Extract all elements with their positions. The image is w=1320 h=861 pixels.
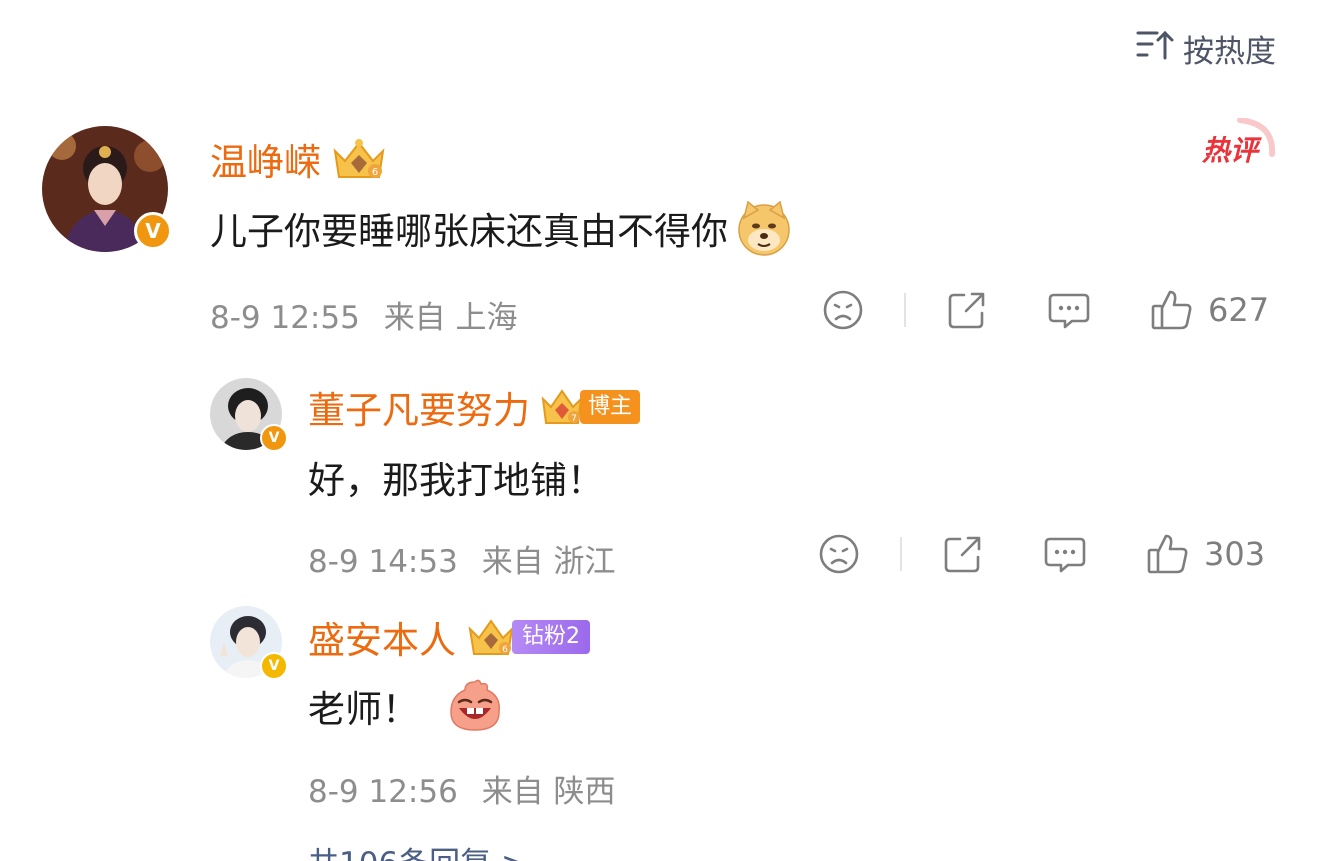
svg-text:6: 6 <box>372 167 378 178</box>
share-button[interactable] <box>946 289 988 331</box>
sort-by-hot-button[interactable]: 按热度 <box>1135 26 1276 71</box>
diamond-fan-tag: 钻粉2 <box>512 620 590 654</box>
reply-time: 8-9 12:56 <box>308 774 458 810</box>
hot-comment-badge: 热评 <box>1200 117 1276 174</box>
sort-label: 按热度 <box>1183 34 1276 70</box>
comment-content: 儿子你要睡哪张床还真由不得你 <box>210 200 792 256</box>
comments-page: 按热度 V 温峥嵘 6 热评 儿子你要睡哪张床还真由不得你 8-9 12:55 … <box>0 0 1320 861</box>
divider <box>904 293 906 327</box>
thumbs-up-icon <box>1151 290 1192 330</box>
comment-actions: 627 <box>822 288 1269 332</box>
reply-meta: 8-9 12:56 来自 陕西 <box>308 766 616 811</box>
reply-source: 来自 浙江 <box>481 544 616 580</box>
share-button[interactable] <box>942 533 984 575</box>
reply-username[interactable]: 盛安本人 6 钻粉2 <box>308 610 590 664</box>
dislike-button[interactable] <box>822 289 864 331</box>
avatar[interactable]: V <box>210 606 288 680</box>
more-replies-link[interactable]: 共106条回复 > <box>308 838 527 861</box>
blogger-tag: 博主 <box>580 390 641 424</box>
reply-meta: 8-9 14:53 来自 浙江 <box>308 536 616 581</box>
svg-text:7: 7 <box>571 414 577 424</box>
like-count: 303 <box>1204 535 1266 573</box>
doge-emoji <box>736 200 792 256</box>
reply-actions: 303 <box>818 532 1265 576</box>
reply-content: 老师！ <box>308 678 505 734</box>
dislike-button[interactable] <box>818 533 860 575</box>
divider <box>900 537 902 571</box>
comment-time: 8-9 12:55 <box>210 300 360 336</box>
verified-icon: V <box>260 652 288 680</box>
reply-content: 好，那我打地铺！ <box>308 459 604 502</box>
comment-source: 来自 上海 <box>383 300 518 336</box>
crown-level-icon: 6 <box>331 137 387 181</box>
reply-time: 8-9 14:53 <box>308 544 458 580</box>
avatar[interactable]: V <box>42 126 172 252</box>
comment-username[interactable]: 温峥嵘 6 <box>210 132 387 186</box>
verified-icon: V <box>260 424 288 452</box>
thumbs-up-icon <box>1147 534 1188 574</box>
reply-button[interactable] <box>1044 533 1086 575</box>
avatar[interactable]: V <box>210 378 288 452</box>
laughing-emoji <box>445 678 505 734</box>
sort-icon <box>1135 27 1175 71</box>
comment-meta: 8-9 12:55 来自 上海 <box>210 292 518 337</box>
crown-level-icon: 7 <box>540 387 584 427</box>
like-button[interactable]: 303 <box>1146 532 1265 576</box>
svg-text:6: 6 <box>502 645 508 655</box>
like-button[interactable]: 627 <box>1150 288 1269 332</box>
reply-username[interactable]: 董子凡要努力 7 博主 <box>308 380 641 434</box>
reply-button[interactable] <box>1048 289 1090 331</box>
crown-level-icon: 6 <box>466 616 516 658</box>
like-count: 627 <box>1208 291 1270 329</box>
svg-text:热评: 热评 <box>1201 134 1262 167</box>
reply-source: 来自 陕西 <box>481 774 616 810</box>
verified-icon: V <box>134 212 172 250</box>
